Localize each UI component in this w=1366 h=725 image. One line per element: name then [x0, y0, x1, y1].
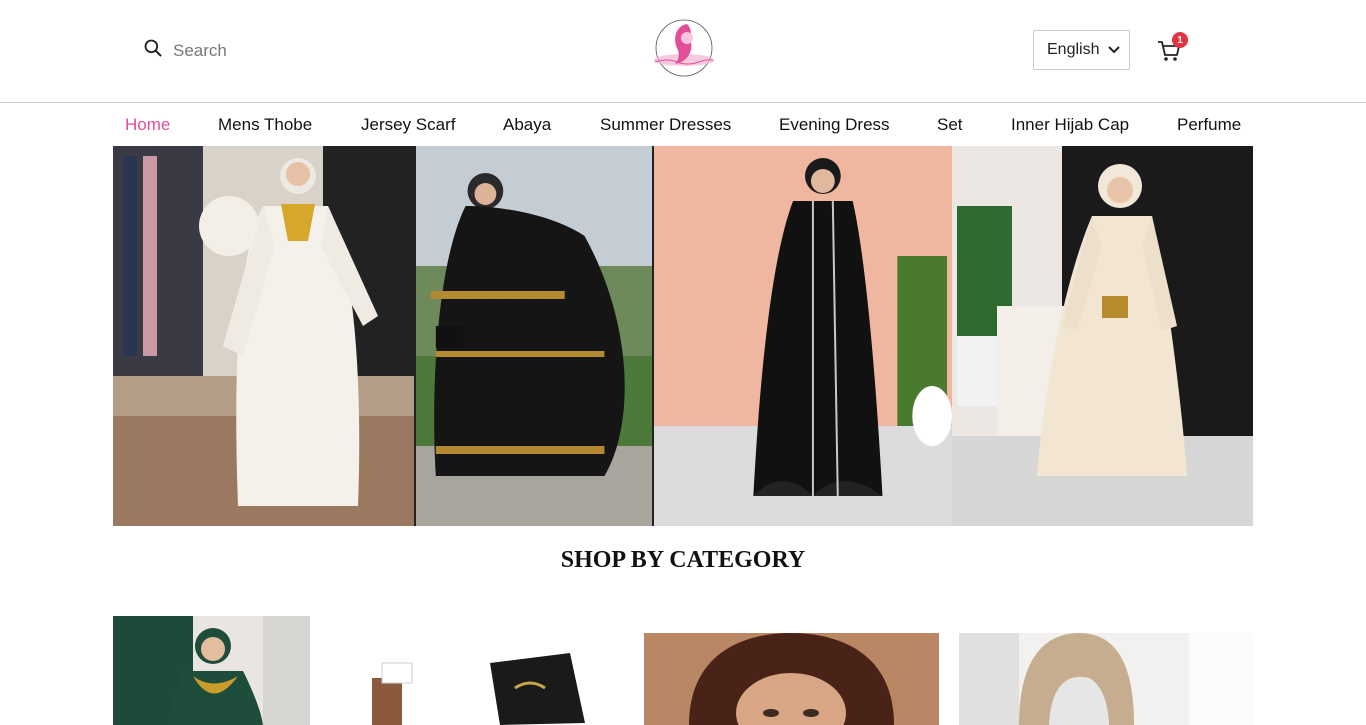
nav-item-abaya[interactable]: Abaya [503, 115, 551, 135]
category-card-1[interactable] [113, 616, 310, 725]
nav-item-summer-dresses[interactable]: Summer Dresses [600, 115, 731, 135]
site-header: English 1 [0, 0, 1366, 103]
nav-item-inner-hijab-cap[interactable]: Inner Hijab Cap [1011, 115, 1129, 135]
hero-image-white-abaya [113, 146, 414, 526]
language-value: English [1047, 41, 1100, 58]
nav-item-mens-thobe[interactable]: Mens Thobe [218, 115, 312, 135]
main-nav: Home Mens Thobe Jersey Scarf Abaya Summe… [0, 104, 1366, 146]
search-icon[interactable] [143, 38, 163, 63]
nav-item-home[interactable]: Home [125, 115, 170, 135]
category-card-2[interactable] [330, 633, 625, 725]
nav-item-set[interactable]: Set [937, 115, 963, 135]
search-input[interactable] [173, 40, 373, 61]
hero-banner[interactable] [113, 146, 1253, 526]
site-logo[interactable] [647, 18, 721, 78]
cart-count-badge: 1 [1172, 32, 1188, 48]
hero-image-cream-abaya [952, 146, 1253, 526]
search-bar[interactable] [143, 38, 373, 63]
hero-image-black-crystal-abaya [652, 146, 952, 526]
nav-item-perfume[interactable]: Perfume [1177, 115, 1241, 135]
category-card-4[interactable] [959, 633, 1253, 725]
category-card-3[interactable] [644, 633, 939, 725]
section-title: SHOP BY CATEGORY [560, 547, 806, 573]
nav-item-jersey-scarf[interactable]: Jersey Scarf [361, 115, 455, 135]
nav-item-evening-dress[interactable]: Evening Dress [779, 115, 890, 135]
chevron-down-icon [1108, 46, 1120, 54]
language-select[interactable]: English [1033, 30, 1130, 70]
hero-image-black-gold-abaya [414, 146, 652, 526]
